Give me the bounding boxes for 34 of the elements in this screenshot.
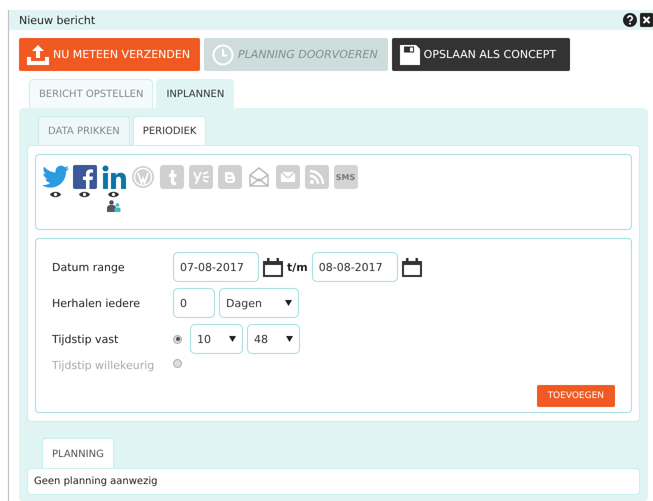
eye-icon[interactable] [79, 191, 90, 198]
eye-icon[interactable] [50, 191, 61, 198]
hour-dropdown[interactable]: 10 [190, 324, 243, 354]
field-label: Tijdstip willekeurig [52, 359, 156, 372]
facebook-icon[interactable] [72, 165, 96, 189]
calendar-icon[interactable] [402, 258, 422, 276]
close-icon[interactable] [640, 13, 653, 27]
field-label: Herhalen iedere [52, 296, 141, 310]
minute-dropdown[interactable]: 48 [247, 324, 300, 354]
upload-icon [27, 44, 49, 64]
clock-icon [212, 44, 234, 66]
tab[interactable]: PLANNING [42, 438, 114, 468]
number-field[interactable]: 0 [173, 288, 215, 318]
radio-button[interactable] [173, 359, 182, 368]
separator-text: t/m [287, 260, 308, 274]
tab[interactable]: INPLANNEN [156, 79, 234, 108]
field-label: Tijdstip vast [52, 332, 120, 346]
help-icon[interactable] [623, 13, 637, 27]
tab[interactable]: PERIODIEK [132, 116, 206, 145]
caret-icon [229, 336, 236, 342]
radio-button[interactable] [173, 334, 182, 344]
linkedin-icon[interactable] [102, 165, 126, 189]
window-title: Nieuw bericht [19, 14, 96, 26]
people-icon[interactable] [106, 200, 120, 212]
caret-icon [285, 300, 292, 306]
caret-icon [286, 336, 293, 342]
date-field[interactable]: 08-08-2017 [312, 252, 398, 282]
date-field[interactable]: 07-08-2017 [173, 252, 259, 282]
field-label: Datum range [52, 260, 126, 274]
eye-icon[interactable] [108, 191, 119, 198]
planning-message: Geen planning aanwezig [27, 468, 640, 495]
unit-dropdown[interactable]: Dagen [219, 288, 299, 318]
calendar-icon[interactable] [263, 258, 283, 276]
save-button[interactable]: OPSLAAN ALS CONCEPT [392, 38, 570, 71]
